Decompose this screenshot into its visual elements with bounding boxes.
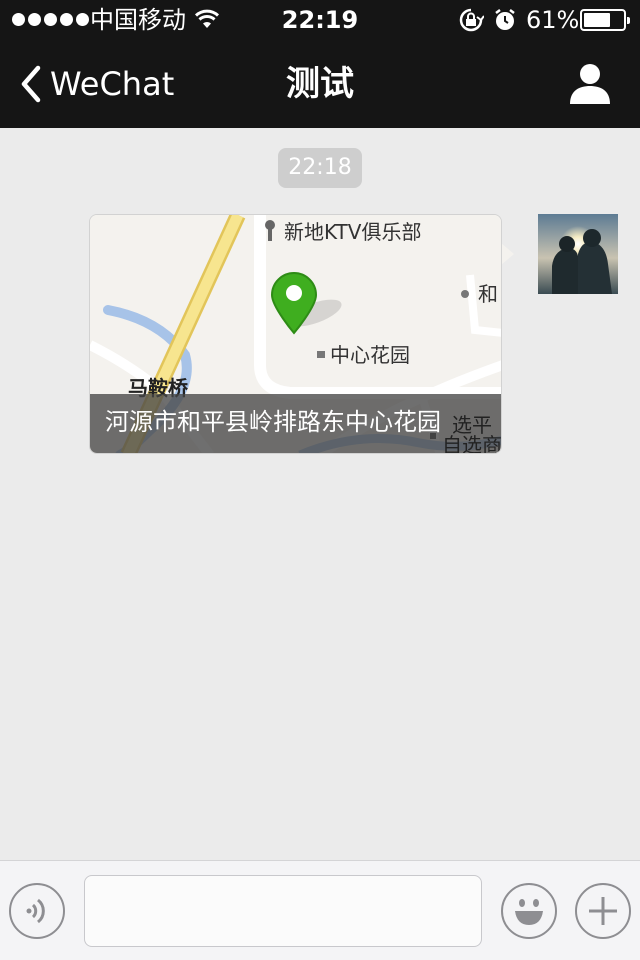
plus-icon [589, 897, 617, 925]
avatar-image [538, 214, 618, 294]
avatar[interactable] [538, 214, 618, 294]
profile-icon[interactable] [566, 62, 614, 106]
map-label-he: 和 [478, 282, 498, 306]
battery-icon [580, 9, 630, 31]
navigation-bar: WeChat 测试 [0, 40, 640, 128]
voice-button[interactable] [9, 883, 65, 939]
map-label-center-garden: 中心花园 [330, 343, 410, 367]
emoji-icon [515, 899, 543, 925]
battery-level-fill [584, 13, 610, 27]
location-address: 河源市和平县岭排路东中心花园 [105, 408, 441, 436]
message-timestamp: 22:18 [278, 148, 362, 188]
voice-icon [26, 898, 45, 924]
chat-title: 测试 [286, 64, 354, 104]
bubble-tail [501, 243, 514, 265]
location-pin-icon [270, 272, 318, 335]
emoji-button[interactable] [501, 883, 557, 939]
input-toolbar [0, 860, 640, 960]
status-bar: 中国移动 22:19 61% [0, 0, 640, 40]
map-label-zixuan-2: 自选商 [442, 433, 502, 454]
location-message-bubble[interactable]: 新地KTV俱乐部 和 中心花园 马鞍桥 选平 自选商 河源市和平县岭排路东中心花… [89, 214, 502, 454]
alarm-icon [495, 9, 515, 30]
map-label-ktv: 新地KTV俱乐部 [284, 220, 422, 244]
rotation-lock-icon [459, 8, 484, 32]
message-input[interactable] [84, 875, 482, 947]
plus-button[interactable] [575, 883, 631, 939]
battery-percent: 61% [526, 6, 580, 34]
